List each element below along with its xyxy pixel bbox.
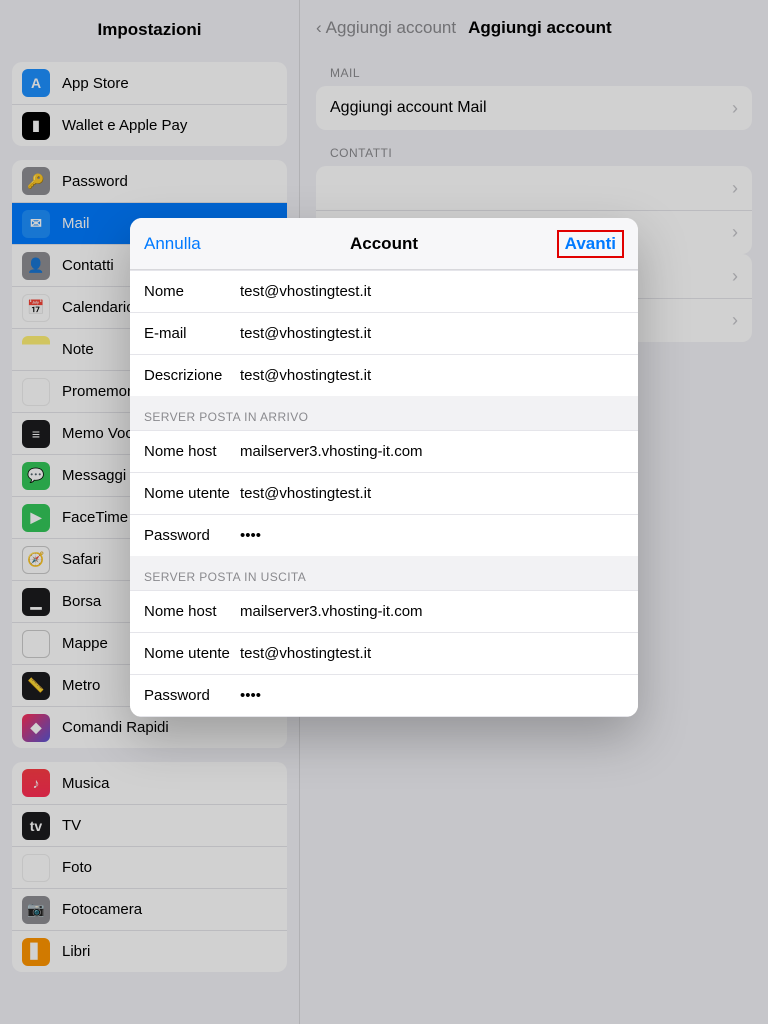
- field-value[interactable]: ••••: [240, 687, 624, 704]
- account-row[interactable]: E-mailtest@vhostingtest.it: [130, 312, 638, 354]
- account-modal: Annulla Account Avanti Nometest@vhosting…: [130, 218, 638, 717]
- field-value[interactable]: mailserver3.vhosting-it.com: [240, 603, 624, 620]
- outgoing-row[interactable]: Nome hostmailserver3.vhosting-it.com: [130, 590, 638, 632]
- incoming-row[interactable]: Nome utentetest@vhostingtest.it: [130, 472, 638, 514]
- incoming-row[interactable]: Nome hostmailserver3.vhosting-it.com: [130, 430, 638, 472]
- incoming-section-label: SERVER POSTA IN ARRIVO: [130, 396, 638, 430]
- outgoing-row[interactable]: Password••••: [130, 674, 638, 716]
- next-button[interactable]: Avanti: [557, 230, 624, 258]
- field-label: Password: [144, 687, 240, 704]
- outgoing-row[interactable]: Nome utentetest@vhostingtest.it: [130, 632, 638, 674]
- field-value[interactable]: test@vhostingtest.it: [240, 645, 624, 662]
- field-label: E-mail: [144, 325, 240, 342]
- field-label: Descrizione: [144, 367, 240, 384]
- field-value[interactable]: ••••: [240, 527, 624, 544]
- field-label: Nome host: [144, 603, 240, 620]
- field-label: Password: [144, 527, 240, 544]
- field-value[interactable]: test@vhostingtest.it: [240, 485, 624, 502]
- field-label: Nome: [144, 283, 240, 300]
- incoming-row[interactable]: Password••••: [130, 514, 638, 556]
- outgoing-section-label: SERVER POSTA IN USCITA: [130, 556, 638, 590]
- field-value[interactable]: test@vhostingtest.it: [240, 283, 624, 300]
- field-label: Nome host: [144, 443, 240, 460]
- account-row[interactable]: Nometest@vhostingtest.it: [130, 270, 638, 312]
- account-row[interactable]: Descrizionetest@vhostingtest.it: [130, 354, 638, 396]
- field-label: Nome utente: [144, 485, 240, 502]
- field-value[interactable]: test@vhostingtest.it: [240, 367, 624, 384]
- cancel-button[interactable]: Annulla: [144, 234, 201, 254]
- field-value[interactable]: test@vhostingtest.it: [240, 325, 624, 342]
- field-label: Nome utente: [144, 645, 240, 662]
- field-value[interactable]: mailserver3.vhosting-it.com: [240, 443, 624, 460]
